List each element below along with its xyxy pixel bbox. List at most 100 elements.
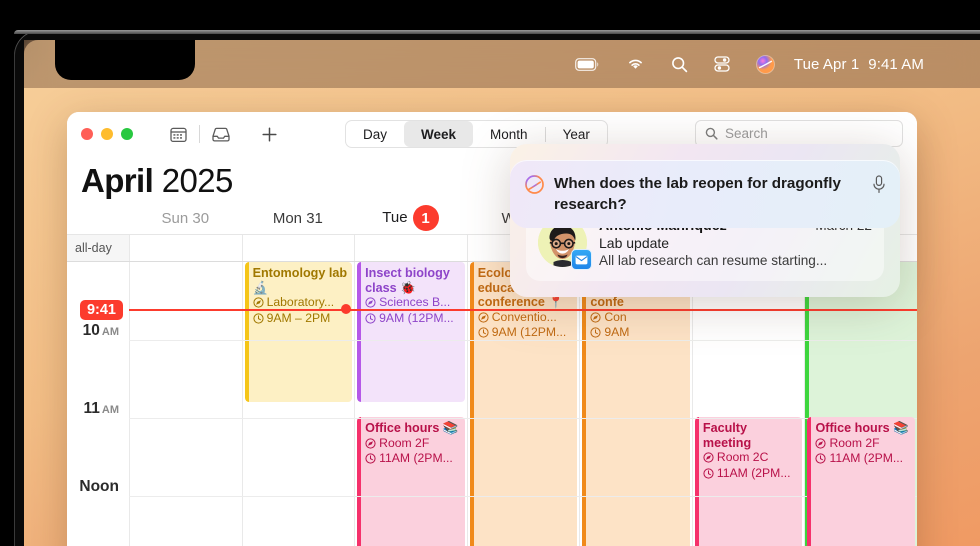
day-number: 31 bbox=[306, 210, 323, 227]
event-title: Insect biology class 🐞 bbox=[365, 266, 460, 295]
column-tue[interactable]: Insect biology class 🐞 Sciences B... 9AM… bbox=[354, 262, 467, 546]
event-time-text: 11AM (2PM... bbox=[379, 451, 453, 467]
column-wed[interactable]: Ecology educators conference 📍 Conventio… bbox=[467, 262, 580, 546]
time-hour: 10 bbox=[83, 322, 100, 339]
event-time-text: 9AM (12PM... bbox=[492, 325, 567, 341]
event-location-text: Room 2F bbox=[379, 436, 429, 452]
assistant-query-card[interactable]: When does the lab reopen for dragonfly r… bbox=[510, 160, 900, 228]
event-location-text: Room 2F bbox=[829, 436, 879, 452]
event-ecology-conference-thu[interactable]: Ecology educators confe Con 9AM bbox=[582, 262, 690, 546]
search-field[interactable]: Search bbox=[695, 120, 903, 147]
event-time-text: 9AM – 2PM bbox=[267, 311, 331, 327]
mail-preview: All lab research can resume starting... bbox=[599, 252, 872, 270]
location-icon bbox=[478, 312, 489, 323]
event-color-bar bbox=[470, 262, 474, 546]
toolbar-divider bbox=[199, 125, 200, 143]
week-grid: 9:41 10AM 11AM Noon Entomology lab 🔬 Lab… bbox=[67, 262, 917, 546]
clock-icon bbox=[703, 468, 714, 479]
event-time: 9AM – 2PM bbox=[253, 311, 348, 327]
event-title: Entomology lab 🔬 bbox=[253, 266, 348, 295]
column-mon[interactable]: Entomology lab 🔬 Laboratory... 9AM – 2PM bbox=[242, 262, 355, 546]
all-day-label: all-day bbox=[67, 235, 129, 261]
all-day-cell[interactable] bbox=[129, 235, 242, 261]
tab-day[interactable]: Day bbox=[346, 121, 404, 147]
event-location-text: Con bbox=[604, 310, 626, 326]
event-ecology-conference-wed[interactable]: Ecology educators conference 📍 Conventio… bbox=[470, 262, 578, 546]
location-icon bbox=[590, 312, 601, 323]
time-label-10am: 10AM bbox=[83, 322, 119, 340]
inbox-icon[interactable] bbox=[204, 120, 238, 148]
control-center-icon[interactable] bbox=[701, 40, 743, 88]
clock-icon bbox=[590, 327, 601, 338]
event-faculty-meeting[interactable]: Faculty meeting Room 2C 11AM (2PM... bbox=[695, 417, 803, 546]
clock-icon bbox=[365, 313, 376, 324]
time-hour: Noon bbox=[79, 478, 119, 495]
menubar-clock[interactable]: Tue Apr 1 9:41 AM bbox=[788, 56, 924, 73]
tab-week[interactable]: Week bbox=[404, 121, 473, 147]
event-time: 11AM (2PM... bbox=[815, 451, 910, 467]
menubar-time: 9:41 AM bbox=[868, 56, 924, 73]
day-header-tue[interactable]: Tue1 bbox=[354, 205, 467, 231]
hour-line bbox=[129, 418, 917, 419]
column-thu[interactable]: Ecology educators confe Con 9AM bbox=[579, 262, 692, 546]
display-notch bbox=[55, 40, 195, 80]
add-event-button[interactable] bbox=[252, 120, 286, 148]
spotlight-search-icon[interactable] bbox=[658, 40, 701, 88]
toolbar-icons bbox=[161, 120, 286, 148]
minimize-button[interactable] bbox=[101, 128, 113, 140]
event-time: 9AM bbox=[590, 325, 685, 341]
event-color-bar bbox=[357, 262, 361, 402]
column-fri[interactable]: Faculty meeting Room 2C 11AM (2PM... bbox=[692, 262, 805, 546]
microphone-icon[interactable] bbox=[872, 175, 886, 194]
column-sun[interactable] bbox=[129, 262, 242, 546]
time-gutter: 9:41 10AM 11AM Noon bbox=[67, 262, 129, 546]
event-time: 11AM (2PM... bbox=[703, 466, 798, 482]
event-time: 9AM (12PM... bbox=[478, 325, 573, 341]
current-time-badge: 9:41 bbox=[80, 300, 123, 320]
clock-icon bbox=[478, 327, 489, 338]
clock-icon bbox=[253, 313, 264, 324]
clock-icon bbox=[365, 453, 376, 464]
zoom-button[interactable] bbox=[121, 128, 133, 140]
event-insect-biology-class[interactable]: Insect biology class 🐞 Sciences B... 9AM… bbox=[357, 262, 465, 402]
location-icon bbox=[703, 452, 714, 463]
day-weekday: Sun bbox=[162, 210, 189, 227]
battery-icon[interactable] bbox=[562, 40, 613, 88]
search-icon bbox=[705, 127, 718, 140]
menubar-date: Tue Apr 1 bbox=[794, 56, 859, 73]
event-location: Con bbox=[590, 310, 685, 326]
event-location-text: Conventio... bbox=[492, 310, 557, 326]
calendar-icon[interactable] bbox=[161, 120, 195, 148]
event-office-hours-sat[interactable]: Office hours 📚 Room 2F 11AM (2PM... bbox=[807, 417, 915, 546]
event-office-hours-tue[interactable]: Office hours 📚 Room 2F 11AM (2PM... bbox=[357, 417, 465, 546]
event-location: Room 2F bbox=[365, 436, 460, 452]
screenshot-root: Tue Apr 1 9:41 AM bbox=[0, 0, 980, 546]
siri-menubar-icon[interactable] bbox=[743, 40, 788, 88]
event-time-text: 11AM (2PM... bbox=[717, 466, 791, 482]
event-time-text: 9AM bbox=[604, 325, 629, 341]
event-color-bar bbox=[245, 262, 249, 402]
location-icon bbox=[253, 297, 264, 308]
wifi-icon[interactable] bbox=[613, 40, 658, 88]
day-header-sun[interactable]: Sun 30 bbox=[129, 210, 242, 227]
close-button[interactable] bbox=[81, 128, 93, 140]
day-header-mon[interactable]: Mon 31 bbox=[242, 210, 355, 227]
mail-subject: Lab update bbox=[599, 234, 872, 252]
time-ampm: AM bbox=[102, 404, 119, 416]
event-time: 9AM (12PM... bbox=[365, 311, 460, 327]
location-icon bbox=[815, 438, 826, 449]
day-number: 30 bbox=[192, 210, 209, 227]
event-location-text: Room 2C bbox=[717, 450, 768, 466]
event-location: Room 2C bbox=[703, 450, 798, 466]
clock-icon bbox=[815, 453, 826, 464]
all-day-cell[interactable] bbox=[242, 235, 355, 261]
title-year: 2025 bbox=[162, 162, 233, 199]
event-title: Office hours 📚 bbox=[365, 421, 460, 436]
today-badge: 1 bbox=[413, 205, 439, 231]
hour-line bbox=[129, 340, 917, 341]
event-location: Room 2F bbox=[815, 436, 910, 452]
all-day-cell[interactable] bbox=[354, 235, 467, 261]
column-sat[interactable]: Office hours 📚 Room 2F 11AM (2PM... bbox=[804, 262, 917, 546]
hour-line bbox=[129, 496, 917, 497]
event-entomology-lab[interactable]: Entomology lab 🔬 Laboratory... 9AM – 2PM bbox=[245, 262, 353, 402]
